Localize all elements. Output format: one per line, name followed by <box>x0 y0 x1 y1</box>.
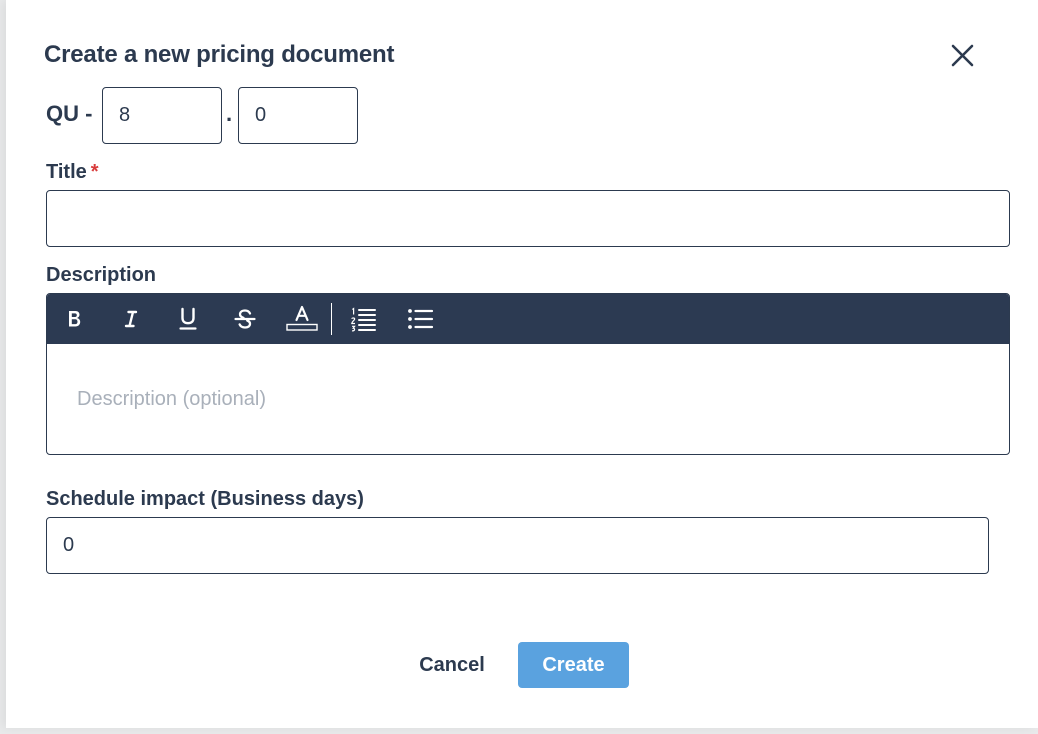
qu-prefix-label: QU - <box>46 101 93 126</box>
cancel-button[interactable]: Cancel <box>402 642 502 688</box>
editor-toolbar <box>47 294 1009 344</box>
bullet-list-button[interactable] <box>402 301 438 337</box>
title-label: Title * <box>46 161 99 184</box>
strikethrough-icon <box>234 309 256 329</box>
schedule-impact-input[interactable] <box>46 517 989 574</box>
create-button[interactable]: Create <box>518 642 629 688</box>
qu-separator: . <box>226 101 233 126</box>
underline-icon <box>179 307 197 330</box>
qu-major-input[interactable] <box>102 87 222 144</box>
schedule-impact-label: Schedule impact (Business days) <box>46 488 364 510</box>
bold-icon <box>69 311 81 327</box>
italic-button[interactable] <box>113 301 149 337</box>
qu-minor-input[interactable] <box>238 87 358 144</box>
ordered-list-button[interactable] <box>345 301 381 337</box>
bullet-list-icon <box>408 309 434 329</box>
strikethrough-button[interactable] <box>227 301 263 337</box>
italic-icon <box>124 310 138 328</box>
dialog-title: Create a new pricing document <box>44 41 395 68</box>
required-marker: * <box>90 161 99 183</box>
ordered-list-icon <box>351 307 376 332</box>
close-icon <box>951 44 974 67</box>
description-input[interactable]: Description (optional) <box>77 388 266 411</box>
description-editor: Description (optional) <box>46 293 1010 455</box>
close-button[interactable] <box>944 38 980 74</box>
font-color-button[interactable] <box>284 301 320 337</box>
title-label-text: Title <box>46 161 87 183</box>
bold-button[interactable] <box>56 301 92 337</box>
create-pricing-document-dialog: Create a new pricing document QU - . Tit… <box>6 0 1038 728</box>
description-label: Description <box>46 264 157 286</box>
title-input[interactable] <box>46 190 1010 247</box>
toolbar-divider <box>331 303 332 335</box>
underline-button[interactable] <box>170 301 206 337</box>
font-color-icon <box>286 305 318 331</box>
